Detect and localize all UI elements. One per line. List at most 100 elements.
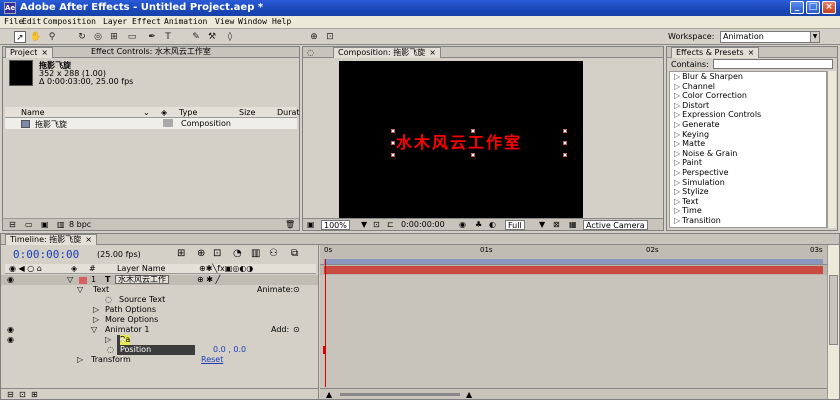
- hand-tool-icon[interactable]: ✋: [30, 31, 42, 43]
- menu-layer[interactable]: Layer: [103, 17, 127, 26]
- property-row-range-selector[interactable]: ◉ ▷ Ra↖e Selector 1: [1, 335, 318, 364]
- live-update-icon[interactable]: ⊕: [197, 248, 205, 259]
- transform-handle[interactable]: [471, 153, 475, 157]
- selection-tool-icon[interactable]: ➚: [14, 31, 26, 43]
- graph-editor-icon[interactable]: ⧉: [291, 248, 298, 259]
- reset-link[interactable]: Reset: [201, 355, 223, 365]
- expand-triangle-icon[interactable]: ▽: [77, 285, 83, 295]
- workspace-select[interactable]: Animation ▼: [720, 31, 820, 43]
- comp-mini-flowchart-icon[interactable]: ⊞: [177, 248, 185, 259]
- close-icon[interactable]: ×: [41, 48, 48, 57]
- transform-handle[interactable]: [391, 153, 395, 157]
- zoom-slider[interactable]: [340, 393, 460, 396]
- world-axis-icon[interactable]: ⊡: [324, 31, 336, 43]
- minimize-button[interactable]: _: [790, 1, 804, 14]
- tab-project[interactable]: Project ×: [5, 47, 54, 58]
- property-row-animator[interactable]: ◉ ▽ Animator 1 Add: ⊙: [1, 325, 318, 335]
- brush-tool-icon[interactable]: ✎: [190, 31, 202, 43]
- triangle-right-icon[interactable]: ▷: [93, 315, 99, 325]
- rotation-tool-icon[interactable]: ↻: [76, 31, 88, 43]
- new-composition-icon[interactable]: ▣: [41, 220, 49, 229]
- eye-icon[interactable]: ◉: [7, 335, 14, 345]
- eye-icon[interactable]: ◉: [7, 325, 14, 335]
- close-icon[interactable]: ×: [85, 235, 92, 244]
- sort-chevron-icon[interactable]: ⌄: [143, 108, 150, 117]
- effects-scrollbar[interactable]: [827, 71, 836, 228]
- triangle-right-icon[interactable]: ▷: [77, 355, 83, 365]
- clone-stamp-tool-icon[interactable]: ⚒: [206, 31, 218, 43]
- 3d-view-select[interactable]: Active Camera: [583, 220, 648, 230]
- close-icon[interactable]: ×: [429, 48, 436, 57]
- stopwatch-icon[interactable]: ◌: [105, 295, 112, 305]
- effects-category-blur-sharpen[interactable]: ▷ Blur & Sharpen: [670, 72, 826, 82]
- transform-handle[interactable]: [563, 141, 567, 145]
- frame-blending-icon[interactable]: ▥: [251, 248, 260, 259]
- safe-zones-icon[interactable]: ⊡: [373, 220, 380, 229]
- toggle-modes-icon[interactable]: ⊡: [19, 390, 26, 399]
- animate-menu-icon[interactable]: ⊙: [293, 285, 300, 295]
- bit-depth-label[interactable]: 8 bpc: [69, 220, 91, 229]
- shy-layers-icon[interactable]: ⚇: [269, 248, 278, 259]
- rectangle-mask-tool-icon[interactable]: ▭: [126, 31, 138, 43]
- tab-effects-presets[interactable]: Effects & Presets ×: [671, 47, 760, 58]
- layer-duration-bar[interactable]: [324, 266, 823, 274]
- effects-category-transition[interactable]: ▷ Transition: [670, 216, 826, 226]
- transform-handle[interactable]: [391, 141, 395, 145]
- effects-category-simulation[interactable]: ▷ Simulation: [670, 178, 826, 188]
- effects-category-color-correction[interactable]: ▷ Color Correction: [670, 91, 826, 101]
- col-type[interactable]: Type: [179, 108, 197, 117]
- effects-category-stylize[interactable]: ▷ Stylize: [670, 187, 826, 197]
- work-area-bar[interactable]: [324, 259, 823, 264]
- property-row-source-text[interactable]: ◌ Source Text: [1, 295, 318, 305]
- axis-mode-icon[interactable]: ⊕: [308, 31, 320, 43]
- expand-triangle-icon[interactable]: ▽: [67, 275, 73, 285]
- time-ruler[interactable]: 0s 01s 02s 03s: [320, 245, 827, 265]
- menu-file[interactable]: File: [4, 17, 23, 26]
- eraser-tool-icon[interactable]: ◊: [224, 31, 236, 43]
- label-color-swatch[interactable]: [163, 119, 173, 127]
- close-button[interactable]: ×: [822, 1, 836, 14]
- menu-view[interactable]: View: [215, 17, 234, 26]
- interpret-footage-icon[interactable]: ⊟: [9, 220, 16, 229]
- layer-row[interactable]: ◉ ▽ 1 T 水木风云工作 ⊕ ✱ ╱: [1, 275, 318, 285]
- col-size[interactable]: Size: [239, 108, 255, 117]
- effects-category-matte[interactable]: ▷ Matte: [670, 139, 826, 149]
- composition-viewer[interactable]: 水木风云工作室: [339, 61, 583, 226]
- triangle-right-icon[interactable]: ▷: [93, 305, 99, 315]
- grid-guide-icon[interactable]: ▣: [307, 220, 315, 229]
- mask-icon[interactable]: ⊏: [387, 220, 394, 229]
- col-layer-name[interactable]: Layer Name: [117, 264, 165, 273]
- add-menu-icon[interactable]: ⊙: [293, 325, 300, 335]
- effects-category-paint[interactable]: ▷ Paint: [670, 158, 826, 168]
- effects-category-time[interactable]: ▷ Time: [670, 206, 826, 216]
- eye-icon[interactable]: ◉: [7, 275, 14, 285]
- pen-tool-icon[interactable]: ✒: [146, 31, 158, 43]
- new-folder-icon[interactable]: ▭: [25, 220, 33, 229]
- tab-composition[interactable]: Composition: 拖影飞旋 ×: [333, 47, 441, 58]
- menu-window[interactable]: Window: [238, 17, 267, 26]
- resolution-select[interactable]: Full: [505, 220, 525, 230]
- tab-timeline[interactable]: Timeline: 拖影飞旋 ×: [5, 234, 97, 245]
- toggle-switches-icon[interactable]: ⊟: [7, 390, 14, 399]
- property-row-transform[interactable]: ▷ Transform Reset: [1, 355, 318, 365]
- position-keyframe-icon[interactable]: [323, 346, 326, 354]
- property-row-more-options[interactable]: ▷ More Options: [1, 315, 318, 325]
- region-of-interest-icon[interactable]: ⊠: [553, 220, 560, 229]
- range-selector-label[interactable]: Ra↖e Selector 1: [117, 335, 153, 364]
- menu-effect[interactable]: Effect: [132, 17, 161, 26]
- motion-blur-icon[interactable]: ◔: [233, 248, 242, 259]
- transform-handle[interactable]: [563, 153, 567, 157]
- toggle-panes-icon[interactable]: ⊞: [31, 390, 38, 399]
- expand-triangle-icon[interactable]: ▽: [91, 325, 97, 335]
- effects-category-channel[interactable]: ▷ Channel: [670, 82, 826, 92]
- timeline-scrollbar[interactable]: [827, 245, 839, 399]
- transparency-grid-icon[interactable]: ▦: [569, 220, 577, 229]
- show-snapshot-icon[interactable]: ♣: [475, 220, 482, 229]
- transform-handle[interactable]: [471, 129, 475, 133]
- timeline-current-time[interactable]: 0:00:00:00: [13, 248, 79, 261]
- effects-search-input[interactable]: [713, 59, 833, 69]
- label-color-swatch[interactable]: [79, 277, 87, 284]
- snapshot-icon[interactable]: ◉: [459, 220, 466, 229]
- property-row-path-options[interactable]: ▷ Path Options: [1, 305, 318, 315]
- col-name[interactable]: Name: [21, 108, 45, 117]
